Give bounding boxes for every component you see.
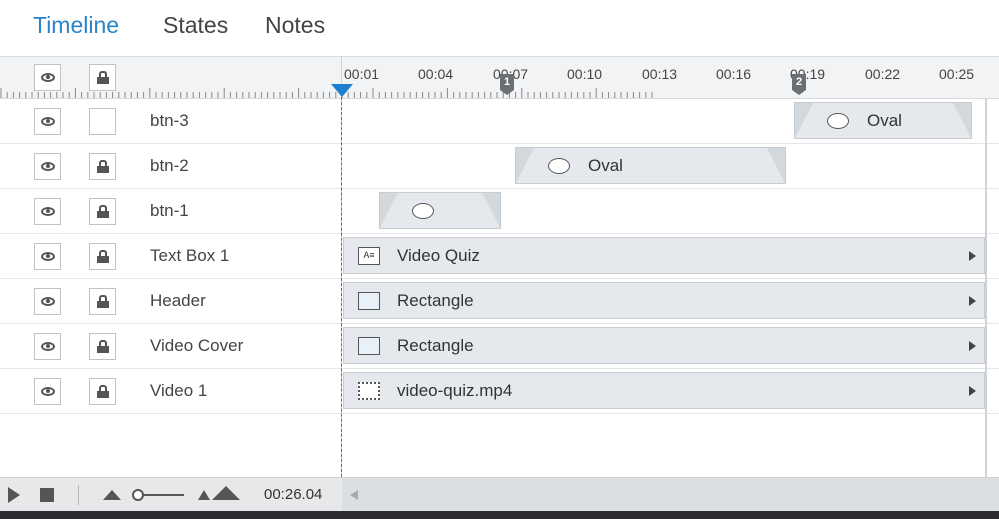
- rectangle-icon: [358, 291, 380, 310]
- duration-readout: 00:26.04: [264, 486, 323, 503]
- zoom-slider[interactable]: [130, 486, 184, 504]
- marker-2[interactable]: 2: [792, 74, 806, 96]
- eye-icon: [40, 117, 55, 126]
- visibility-toggle[interactable]: [34, 153, 61, 180]
- lock-all-toggle[interactable]: [89, 64, 116, 91]
- window-bottom-edge: [0, 511, 999, 519]
- ruler-tick-label: 00:16: [716, 66, 752, 82]
- zoom-out-icon[interactable]: [103, 490, 121, 500]
- timeline-bar[interactable]: Rectangle: [343, 327, 985, 364]
- lock-icon: [96, 250, 109, 263]
- lock-toggle[interactable]: [89, 333, 116, 360]
- timeline-bar[interactable]: Rectangle: [343, 282, 985, 319]
- eye-icon: [40, 342, 55, 351]
- divider: [78, 485, 79, 505]
- timeline-bar[interactable]: A≡ Video Quiz: [343, 237, 985, 274]
- marker-1[interactable]: 1: [500, 74, 514, 96]
- eye-icon: [40, 252, 55, 261]
- ruler-tick-label: 00:04: [418, 66, 454, 82]
- layer-row[interactable]: btn-2: [0, 144, 999, 189]
- lock-icon: [96, 160, 109, 173]
- vertical-scrollbar[interactable]: [985, 99, 987, 477]
- lock-toggle[interactable]: [89, 198, 116, 225]
- visibility-toggle[interactable]: [34, 378, 61, 405]
- ruler-tick-label: 00:01: [344, 66, 380, 82]
- expand-arrow-icon[interactable]: [969, 341, 976, 351]
- lock-toggle[interactable]: [89, 243, 116, 270]
- show-all-eye-toggle[interactable]: [34, 64, 61, 91]
- video-icon: [358, 381, 380, 400]
- text-box-icon: A≡: [358, 246, 380, 265]
- tab-states[interactable]: States: [163, 12, 228, 39]
- playhead-handle[interactable]: [331, 84, 353, 97]
- lock-icon: [96, 385, 109, 398]
- timeline-bar[interactable]: Oval: [794, 102, 972, 139]
- visibility-toggle[interactable]: [34, 108, 61, 135]
- expand-arrow-icon[interactable]: [969, 386, 976, 396]
- eye-icon: [40, 162, 55, 171]
- timeline-bar[interactable]: video-quiz.mp4: [343, 372, 985, 409]
- ruler-tick-label: 00:13: [642, 66, 678, 82]
- lock-toggle[interactable]: [89, 108, 116, 135]
- eye-icon: [40, 297, 55, 306]
- lock-icon: [96, 295, 109, 308]
- lock-toggle[interactable]: [89, 153, 116, 180]
- timeline-bar[interactable]: [379, 192, 501, 229]
- visibility-toggle[interactable]: [34, 243, 61, 270]
- stop-icon[interactable]: [40, 488, 54, 502]
- tab-bar: Timeline States Notes: [0, 0, 999, 57]
- oval-icon: [548, 157, 570, 174]
- rectangle-icon: [358, 336, 380, 355]
- eye-icon: [40, 207, 55, 216]
- lock-toggle[interactable]: [89, 378, 116, 405]
- lock-icon: [96, 205, 109, 218]
- visibility-toggle[interactable]: [34, 288, 61, 315]
- layer-name: btn-1: [150, 201, 189, 220]
- eye-icon: [40, 387, 55, 396]
- layer-name: btn-3: [150, 111, 189, 130]
- eye-icon: [40, 73, 55, 82]
- oval-icon: [827, 112, 849, 129]
- ruler-tick-label: 00:22: [865, 66, 901, 82]
- ruler-tick-label: 00:25: [939, 66, 975, 82]
- visibility-toggle[interactable]: [34, 333, 61, 360]
- ruler-tick-label: 00:10: [567, 66, 603, 82]
- lock-icon: [96, 340, 109, 353]
- layer-name: Video Cover: [150, 336, 244, 355]
- expand-arrow-icon[interactable]: [969, 251, 976, 261]
- layer-name: Header: [150, 291, 206, 310]
- zoom-in-icon[interactable]: [198, 486, 240, 500]
- layer-name: Video 1: [150, 381, 208, 400]
- lock-toggle[interactable]: [89, 288, 116, 315]
- horizontal-scrollbar[interactable]: [342, 478, 999, 511]
- timeline-footer: 00:26.04: [0, 477, 999, 511]
- layer-name: btn-2: [150, 156, 189, 175]
- oval-icon: [412, 202, 434, 219]
- play-icon[interactable]: [8, 487, 20, 503]
- visibility-toggle[interactable]: [34, 198, 61, 225]
- tab-notes[interactable]: Notes: [265, 12, 325, 39]
- expand-arrow-icon[interactable]: [969, 296, 976, 306]
- scroll-left-icon[interactable]: [350, 490, 358, 500]
- playhead-line: [341, 97, 342, 477]
- lock-icon: [96, 71, 109, 84]
- tab-timeline[interactable]: Timeline: [33, 12, 119, 39]
- ruler-ticks: [0, 88, 653, 98]
- layer-name: Text Box 1: [150, 246, 230, 265]
- timeline-bar[interactable]: Oval: [515, 147, 786, 184]
